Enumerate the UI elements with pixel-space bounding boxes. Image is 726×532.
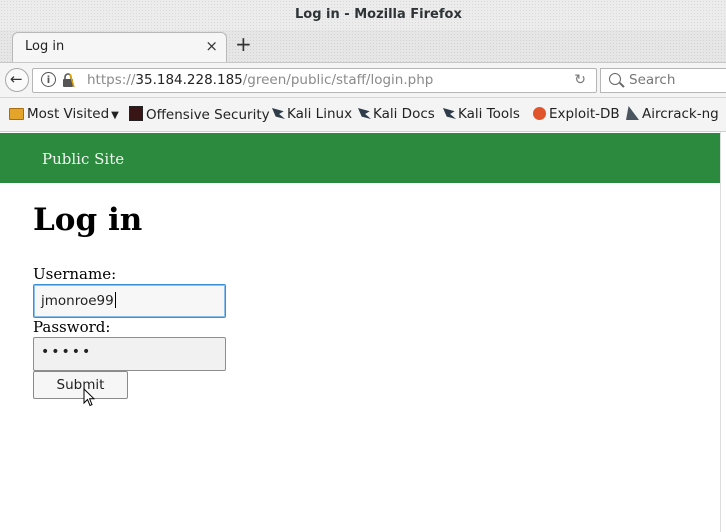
bookmark-aircrack[interactable]: Aircrack-ng bbox=[626, 106, 719, 122]
site-header: Public Site bbox=[0, 133, 720, 183]
tab-login[interactable]: Log in × bbox=[12, 32, 227, 62]
kali-dragon-icon bbox=[358, 106, 371, 121]
bookmark-offensive-security[interactable]: Offensive Security bbox=[129, 106, 270, 123]
aircrack-icon bbox=[626, 106, 639, 120]
bookmark-label: Exploit-DB bbox=[549, 106, 620, 122]
folder-icon bbox=[9, 108, 24, 120]
username-value: jmonroe99 bbox=[41, 292, 116, 309]
password-value: ••••• bbox=[41, 344, 93, 360]
search-placeholder: Search bbox=[629, 72, 676, 88]
url-bar[interactable]: i https://35.184.228.185/green/public/st… bbox=[32, 68, 597, 93]
submit-button[interactable]: Submit bbox=[33, 371, 128, 399]
text-caret bbox=[114, 292, 116, 308]
bookmark-label: Kali Docs bbox=[373, 106, 435, 122]
page-right-edge bbox=[720, 132, 726, 532]
password-field[interactable]: ••••• bbox=[33, 337, 226, 371]
mouse-cursor-icon bbox=[83, 388, 95, 407]
kali-dragon-icon bbox=[272, 106, 285, 121]
bookmark-kali-docs[interactable]: Kali Docs bbox=[359, 106, 435, 122]
back-button[interactable]: ← bbox=[5, 68, 29, 92]
close-icon[interactable]: × bbox=[205, 37, 218, 55]
tab-strip: Log in × bbox=[0, 30, 726, 62]
bookmark-label: Kali Tools bbox=[458, 106, 520, 122]
chevron-down-icon: ▼ bbox=[111, 110, 119, 121]
new-tab-icon[interactable]: + bbox=[235, 34, 252, 54]
info-icon[interactable]: i bbox=[41, 72, 56, 87]
bookmark-exploit-db[interactable]: Exploit-DB bbox=[533, 106, 620, 122]
window-titlebar: Log in - Mozilla Firefox bbox=[0, 0, 726, 30]
username-field[interactable]: jmonroe99 bbox=[33, 284, 226, 318]
page-title: Log in bbox=[33, 202, 143, 238]
password-label: Password: bbox=[33, 318, 111, 336]
url-text[interactable]: https://35.184.228.185/green/public/staf… bbox=[87, 72, 433, 88]
reload-icon[interactable]: ↻ bbox=[574, 72, 586, 88]
bookmark-label: Kali Linux bbox=[287, 106, 353, 122]
search-bar[interactable]: Search bbox=[600, 68, 726, 93]
bookmark-label: Most Visited bbox=[27, 106, 110, 122]
kali-dragon-icon bbox=[443, 106, 456, 121]
bookmark-kali-linux[interactable]: Kali Linux bbox=[273, 106, 352, 122]
url-prefix: https:// bbox=[87, 72, 136, 88]
url-host: 35.184.228.185 bbox=[135, 72, 243, 88]
bookmark-label: Offensive Security bbox=[146, 107, 270, 123]
offensive-security-icon bbox=[129, 106, 143, 121]
exploit-db-icon bbox=[533, 107, 546, 120]
search-icon bbox=[609, 73, 621, 85]
bookmark-kali-tools[interactable]: Kali Tools bbox=[444, 106, 520, 122]
tab-label: Log in bbox=[25, 39, 65, 54]
navigation-bar: ← i https://35.184.228.185/green/public/… bbox=[0, 62, 726, 98]
back-arrow-icon: ← bbox=[10, 70, 23, 88]
url-path: /green/public/staff/login.php bbox=[242, 72, 434, 88]
bookmark-most-visited[interactable]: Most Visited ▼ bbox=[9, 106, 119, 122]
lock-icon[interactable] bbox=[61, 73, 75, 88]
bookmarks-toolbar: Most Visited ▼ Offensive Security Kali Li… bbox=[0, 98, 726, 132]
username-label: Username: bbox=[33, 265, 117, 283]
bookmark-label: Aircrack-ng bbox=[642, 106, 719, 122]
window-title: Log in - Mozilla Firefox bbox=[295, 7, 462, 22]
public-site-link[interactable]: Public Site bbox=[42, 150, 124, 168]
